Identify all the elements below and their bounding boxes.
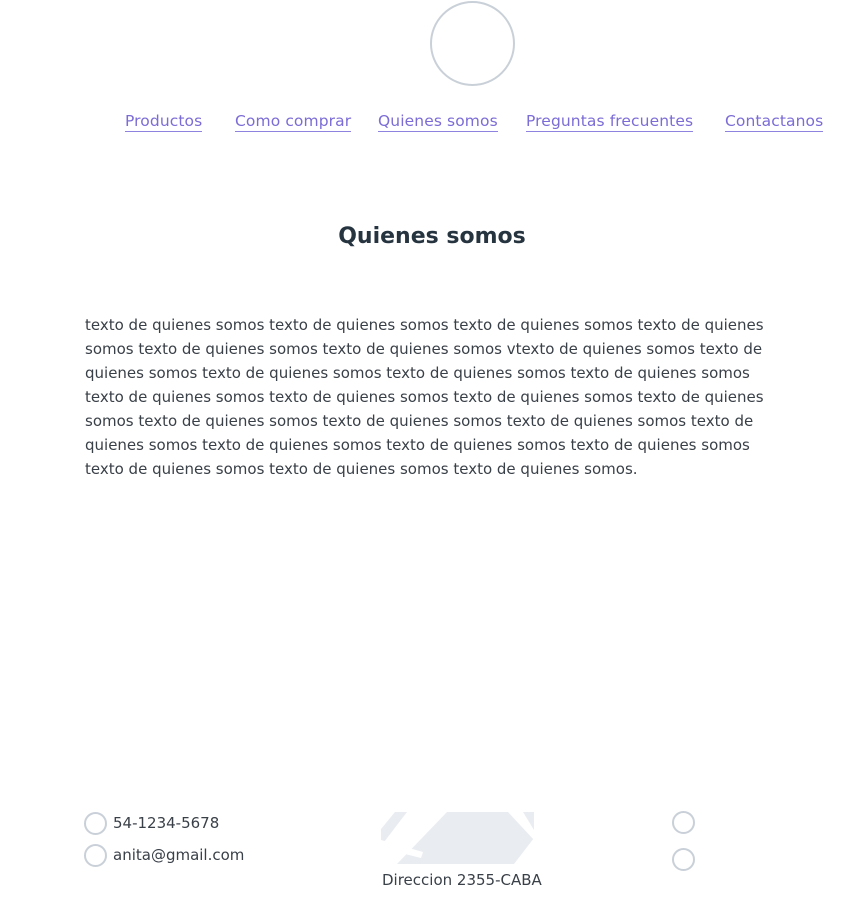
phone-contact: 54-1234-5678: [84, 811, 219, 835]
email-contact: anita@gmail.com: [84, 843, 244, 867]
main-nav: Productos Como comprar Quienes somos Pre…: [0, 112, 864, 136]
page-title: Quienes somos: [338, 224, 526, 249]
nav-link-contactanos[interactable]: Contactanos: [725, 112, 824, 132]
nav-link-como-comprar[interactable]: Como comprar: [235, 112, 352, 132]
nav-link-quienes-somos[interactable]: Quienes somos: [378, 112, 498, 132]
email-icon: [84, 843, 107, 867]
social-icon[interactable]: [672, 811, 695, 834]
map-icon: [381, 812, 534, 864]
email-address[interactable]: anita@gmail.com: [113, 846, 244, 864]
about-paragraph: texto de quienes somos texto de quienes …: [85, 316, 764, 478]
address: Direccion 2355-CABA: [382, 871, 542, 889]
social-icon[interactable]: [672, 848, 695, 871]
nav-link-productos[interactable]: Productos: [125, 112, 203, 132]
phone-number: 54-1234-5678: [113, 814, 220, 832]
nav-link-preguntas-frecuentes[interactable]: Preguntas frecuentes: [526, 112, 694, 132]
logo-icon[interactable]: [430, 1, 515, 86]
phone-icon: [84, 811, 107, 835]
